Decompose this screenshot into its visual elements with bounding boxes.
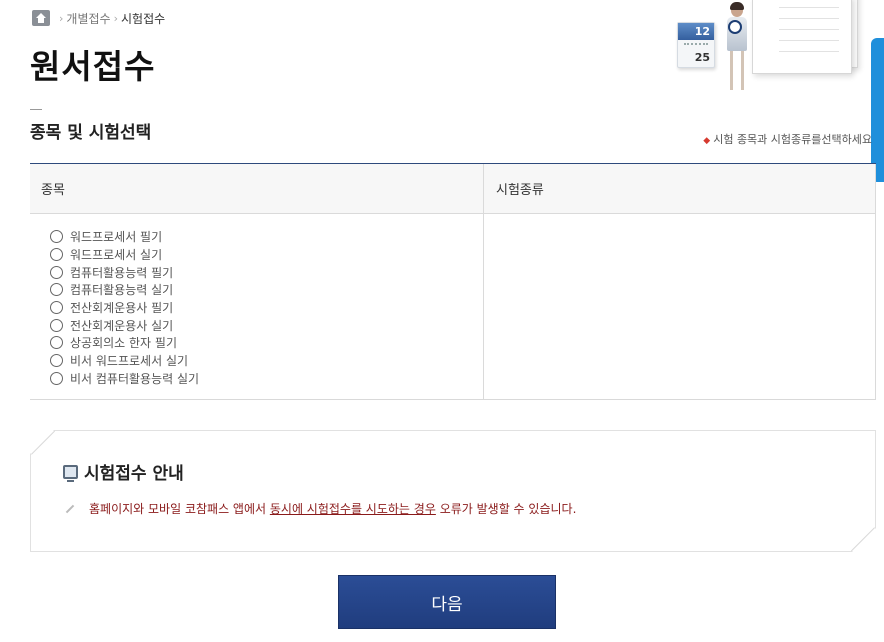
radio-button[interactable] <box>50 371 63 385</box>
guide-text-underline: 동시에 시험접수를 시도하는 경우 <box>269 502 436 516</box>
calendar-date-top: 12 <box>678 23 714 40</box>
subject-label: 컴퓨터활용능력 실기 <box>70 283 174 298</box>
radio-button[interactable] <box>50 301 63 315</box>
selection-notice: ◆ 시험 종목과 시험종류를선택하세요 <box>703 131 872 147</box>
subject-label: 컴퓨터활용능력 필기 <box>70 265 174 280</box>
radio-button[interactable] <box>50 230 63 244</box>
calendar-date-bottom: 25 <box>694 51 710 64</box>
table-row: 워드프로세서 필기 워드프로세서 실기 컴퓨터활용능력 필기 컴퓨터활용능력 실… <box>30 214 876 399</box>
subject-radio-list: 워드프로세서 필기 워드프로세서 실기 컴퓨터활용능력 필기 컴퓨터활용능력 실… <box>50 228 483 387</box>
subject-option-accounting-written[interactable]: 전산회계운용사 필기 <box>50 299 483 317</box>
document-paper <box>752 0 852 74</box>
table-header-row: 종목 시험종류 <box>30 164 876 214</box>
home-icon[interactable] <box>32 10 50 26</box>
header-subject: 종목 <box>30 164 484 213</box>
section-title-dash <box>30 109 42 110</box>
section-title: 종목 및 시험선택 <box>30 123 152 143</box>
next-button[interactable]: 다음 <box>338 575 556 629</box>
subject-label: 워드프로세서 실기 <box>70 248 163 263</box>
pencil-icon <box>65 504 75 513</box>
guide-text-before: 홈페이지와 모바일 코참패스 앱에서 <box>89 502 270 516</box>
selection-notice-text: 시험 종목과 시험종류를선택하세요 <box>713 133 872 146</box>
guide-title-text: 시험접수 안내 <box>84 464 184 484</box>
radio-button[interactable] <box>50 336 63 350</box>
subject-option-hanja-written[interactable]: 상공회의소 한자 필기 <box>50 334 483 352</box>
subject-label: 비서 컴퓨터활용능력 실기 <box>70 371 200 386</box>
subject-label: 전산회계운용사 실기 <box>70 318 174 333</box>
clock-icon <box>728 20 742 34</box>
subject-option-secretary-word-practical[interactable]: 비서 워드프로세서 실기 <box>50 352 483 370</box>
folded-corner <box>852 528 876 552</box>
subject-option-computer-written[interactable]: 컴퓨터활용능력 필기 <box>50 263 483 281</box>
breadcrumb-item-exam[interactable]: 시험접수 <box>121 10 165 27</box>
person-with-clock-figure <box>720 0 754 94</box>
radio-button[interactable] <box>50 265 63 279</box>
guide-title: 시험접수 안내 <box>63 459 184 484</box>
calendar-icon: 12 25 <box>677 22 715 68</box>
radio-button[interactable] <box>50 248 63 262</box>
page-title: 원서접수 <box>30 47 156 86</box>
diamond-bullet-icon: ◆ <box>703 136 711 146</box>
chevron-right-icon: › <box>59 11 64 25</box>
radio-button[interactable] <box>50 318 63 332</box>
exam-type-cell <box>484 214 876 399</box>
chevron-right-icon: › <box>113 11 118 25</box>
exam-guide-box: 시험접수 안내 홈페이지와 모바일 코참패스 앱에서 동시에 시험접수를 시도하… <box>30 430 876 552</box>
subject-cell: 워드프로세서 필기 워드프로세서 실기 컴퓨터활용능력 필기 컴퓨터활용능력 실… <box>30 214 484 399</box>
breadcrumb: › 개별접수 › 시험접수 <box>32 9 165 27</box>
side-quick-menu-tab[interactable] <box>871 38 884 182</box>
monitor-icon <box>63 464 78 482</box>
subject-option-secretary-computer-practical[interactable]: 비서 컴퓨터활용능력 실기 <box>50 370 483 388</box>
guide-warning-text: 홈페이지와 모바일 코참패스 앱에서 동시에 시험접수를 시도하는 경우 오류가… <box>65 500 576 517</box>
breadcrumb-item-individual[interactable]: 개별접수 <box>66 10 110 27</box>
subject-option-word-written[interactable]: 워드프로세서 필기 <box>50 228 483 246</box>
subject-label: 상공회의소 한자 필기 <box>70 336 177 351</box>
radio-button[interactable] <box>50 283 63 297</box>
subject-option-computer-practical[interactable]: 컴퓨터활용능력 실기 <box>50 281 483 299</box>
radio-button[interactable] <box>50 354 63 368</box>
subject-label: 워드프로세서 필기 <box>70 230 163 245</box>
subject-selection-table: 종목 시험종류 워드프로세서 필기 워드프로세서 실기 컴퓨터활용능력 필기 컴… <box>30 163 876 400</box>
hero-illustration: 12 25 <box>672 0 872 96</box>
subject-label: 전산회계운용사 필기 <box>70 301 174 316</box>
subject-label: 비서 워드프로세서 실기 <box>70 354 189 369</box>
subject-option-accounting-practical[interactable]: 전산회계운용사 실기 <box>50 316 483 334</box>
guide-text-after: 오류가 발생할 수 있습니다. <box>435 502 577 516</box>
header-exam-type: 시험종류 <box>484 164 876 213</box>
subject-option-word-practical[interactable]: 워드프로세서 실기 <box>50 246 483 264</box>
